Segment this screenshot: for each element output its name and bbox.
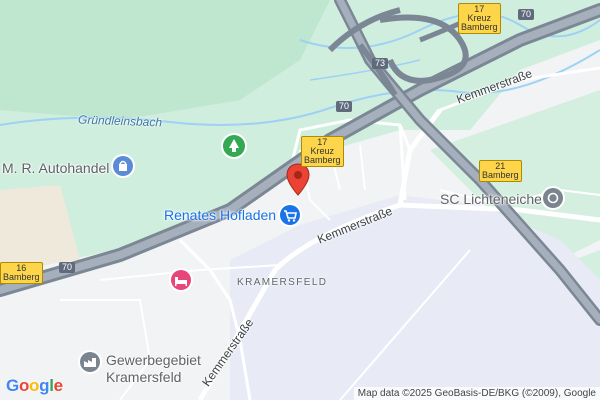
- exit-line1: Bamberg: [3, 272, 40, 282]
- sport-icon[interactable]: [543, 188, 563, 208]
- district-label: KRAMERSFELD: [237, 277, 328, 288]
- park-icon[interactable]: [223, 135, 245, 157]
- highway-badge-a73: 73: [372, 58, 389, 69]
- highway-badge-a70-left: 70: [59, 262, 76, 273]
- shop-icon[interactable]: [113, 156, 133, 176]
- hotel-icon[interactable]: [171, 270, 191, 290]
- exit-line2: Bamberg: [461, 22, 498, 32]
- exit-shield-17-mid[interactable]: 17 Kreuz Bamberg: [301, 136, 344, 167]
- exit-shield-17-top[interactable]: 17 Kreuz Bamberg: [458, 3, 501, 34]
- cart-icon[interactable]: [280, 205, 300, 225]
- autohandel-label[interactable]: M. R. Autohandel: [2, 160, 109, 176]
- hofladen-label[interactable]: Renates Hofladen: [164, 207, 276, 223]
- highway-badge-a70-top: 70: [518, 9, 535, 20]
- map-canvas[interactable]: Gründleinsbach M. R. Autohandel Renates …: [0, 0, 600, 400]
- exit-shield-21[interactable]: 21 Bamberg: [479, 160, 522, 182]
- map-attribution[interactable]: Map data ©2025 GeoBasis-DE/BKG (©2009), …: [353, 387, 600, 400]
- exit-shield-16[interactable]: 16 Bamberg: [0, 262, 43, 284]
- highway-badge-a70-mid: 70: [336, 101, 353, 112]
- exit-line1: Bamberg: [482, 170, 519, 180]
- gewerbe-label-line2[interactable]: Kramersfeld: [106, 369, 181, 385]
- creek-label: Gründleinsbach: [77, 112, 163, 130]
- google-logo: Google: [6, 376, 63, 395]
- sc-label[interactable]: SC Lichteneiche: [440, 191, 542, 207]
- exit-line2: Bamberg: [304, 155, 341, 165]
- gewerbe-label-line1[interactable]: Gewerbegebiet: [106, 352, 201, 368]
- industrial-icon[interactable]: [80, 352, 100, 372]
- location-pin-icon[interactable]: [286, 163, 310, 197]
